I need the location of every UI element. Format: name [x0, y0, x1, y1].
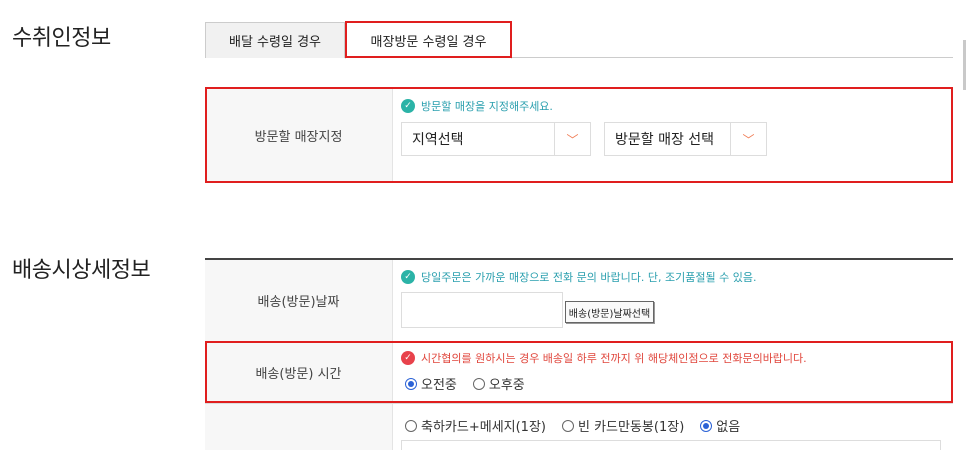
- time-body: ✓ 시간협의를 원하시는 경우 배송일 하루 전까지 위 해당체인점으로 전화문…: [393, 342, 953, 403]
- card-row: 축하카드+메세지(1장) 빈 카드만동봉(1장) 없음: [205, 404, 953, 450]
- radio-button[interactable]: [562, 419, 574, 432]
- date-input[interactable]: [401, 292, 563, 328]
- date-row: 배송(방문)날짜 ✓ 당일주문은 가까운 매장으로 전화 문의 바랍니다. 단,…: [205, 260, 953, 342]
- radio-card-message-label: 축하카드+메세지(1장): [421, 420, 546, 435]
- radio-blank-card-label: 빈 카드만동봉(1장): [578, 420, 685, 435]
- card-label: [205, 404, 393, 450]
- store-label: 방문할 매장지정: [205, 88, 393, 182]
- radio-afternoon[interactable]: 오후중: [472, 374, 525, 393]
- radio-button[interactable]: [405, 377, 417, 390]
- check-circle-icon: ✓: [401, 99, 415, 113]
- time-notice: ✓ 시간협의를 원하시는 경우 배송일 하루 전까지 위 해당체인점으로 전화문…: [401, 350, 807, 366]
- date-notice: ✓ 당일주문은 가까운 매장으로 전화 문의 바랍니다. 단, 조기품절될 수 …: [401, 269, 756, 285]
- store-body: ✓ 방문할 매장을 지정해주세요. 지역선택 ﹀ 방문할 매장 선택 ﹀: [393, 88, 953, 182]
- radio-blank-card[interactable]: 빈 카드만동봉(1장): [562, 416, 684, 435]
- delivery-detail-table: 배송(방문)날짜 ✓ 당일주문은 가까운 매장으로 전화 문의 바랍니다. 단,…: [205, 258, 953, 450]
- time-radio-group: 오전중 오후중: [405, 374, 541, 393]
- date-select-button[interactable]: 배송(방문)날짜선택: [565, 301, 654, 323]
- chevron-down-icon: ﹀: [554, 123, 590, 155]
- section-title-delivery-detail: 배송시상세정보: [12, 258, 151, 283]
- date-body: ✓ 당일주문은 가까운 매장으로 전화 문의 바랍니다. 단, 조기품절될 수 …: [393, 260, 953, 341]
- radio-button[interactable]: [405, 419, 417, 432]
- radio-card-message[interactable]: 축하카드+메세지(1장): [405, 416, 546, 435]
- radio-afternoon-label: 오후중: [488, 378, 525, 393]
- radio-none[interactable]: 없음: [700, 416, 740, 435]
- region-select[interactable]: 지역선택 ﹀: [401, 122, 591, 156]
- date-label: 배송(방문)날짜: [205, 260, 393, 341]
- card-message-textarea[interactable]: [401, 440, 941, 450]
- check-circle-icon: ✓: [401, 351, 415, 365]
- radio-morning[interactable]: 오전중: [405, 374, 457, 393]
- store-select-value: 방문할 매장 선택: [615, 132, 715, 148]
- card-radio-group: 축하카드+메세지(1장) 빈 카드만동봉(1장) 없음: [405, 416, 756, 435]
- date-notice-text: 당일주문은 가까운 매장으로 전화 문의 바랍니다. 단, 조기품절될 수 있음…: [421, 271, 757, 284]
- region-select-value: 지역선택: [412, 132, 464, 148]
- time-label: 배송(방문) 시간: [205, 342, 393, 403]
- radio-none-label: 없음: [716, 420, 741, 435]
- card-body: 축하카드+메세지(1장) 빈 카드만동봉(1장) 없음: [393, 404, 953, 450]
- time-notice-text: 시간협의를 원하시는 경우 배송일 하루 전까지 위 해당체인점으로 전화문의바…: [421, 352, 807, 365]
- store-select[interactable]: 방문할 매장 선택 ﹀: [604, 122, 767, 156]
- radio-button[interactable]: [700, 419, 713, 432]
- chevron-down-icon: ﹀: [730, 123, 766, 155]
- store-notice-text: 방문할 매장을 지정해주세요.: [421, 100, 553, 113]
- tab-delivery[interactable]: 배달 수령일 경우: [205, 22, 345, 58]
- delivery-method-tabs: 배달 수령일 경우 매장방문 수령일 경우: [205, 22, 953, 59]
- store-notice: ✓ 방문할 매장을 지정해주세요.: [401, 98, 553, 114]
- store-selection-table: 방문할 매장지정 ✓ 방문할 매장을 지정해주세요. 지역선택 ﹀ 방문할 매장…: [205, 87, 953, 183]
- section-title-receiver-info: 수취인정보: [12, 26, 111, 51]
- radio-morning-label: 오전중: [421, 378, 457, 393]
- store-row: 방문할 매장지정 ✓ 방문할 매장을 지정해주세요. 지역선택 ﹀ 방문할 매장…: [205, 88, 953, 183]
- check-circle-icon: ✓: [401, 270, 415, 284]
- time-row: 배송(방문) 시간 ✓ 시간협의를 원하시는 경우 배송일 하루 전까지 위 해…: [205, 342, 953, 404]
- radio-button[interactable]: [472, 377, 485, 390]
- tab-store-visit[interactable]: 매장방문 수령일 경우: [345, 22, 512, 59]
